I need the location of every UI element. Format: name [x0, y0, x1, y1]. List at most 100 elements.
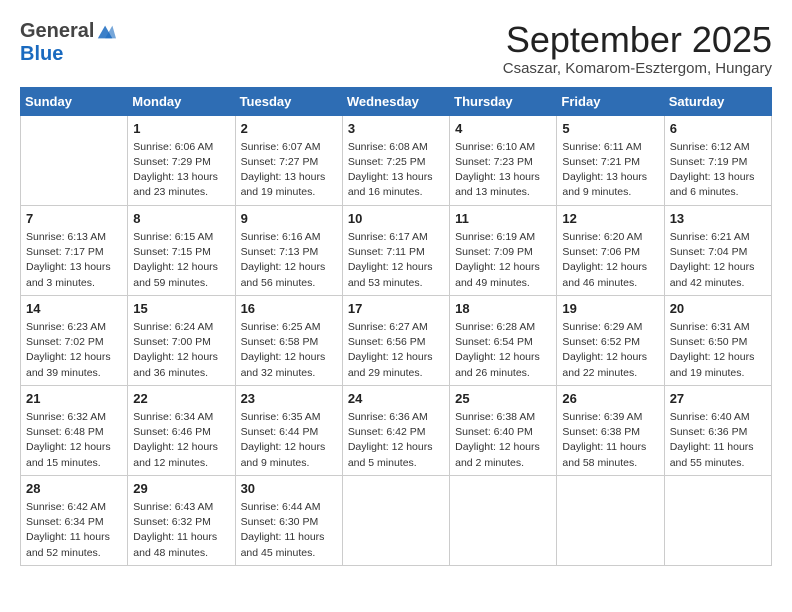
cell-info: Sunrise: 6:36 AMSunset: 6:42 PMDaylight:…: [348, 410, 444, 471]
cell-info: Sunrise: 6:42 AMSunset: 6:34 PMDaylight:…: [26, 500, 122, 561]
day-number: 20: [670, 300, 766, 318]
day-number: 3: [348, 120, 444, 138]
calendar-cell: [557, 475, 664, 565]
calendar-table: SundayMondayTuesdayWednesdayThursdayFrid…: [20, 87, 772, 566]
day-number: 11: [455, 210, 551, 228]
calendar-cell: 28Sunrise: 6:42 AMSunset: 6:34 PMDayligh…: [21, 475, 128, 565]
day-number: 17: [348, 300, 444, 318]
calendar-day-header: Tuesday: [235, 87, 342, 115]
cell-info: Sunrise: 6:19 AMSunset: 7:09 PMDaylight:…: [455, 230, 551, 291]
calendar-day-header: Thursday: [450, 87, 557, 115]
calendar-cell: 29 Sunrise: 6:43 AMSunset: 6:32 PMDayligh…: [128, 475, 235, 565]
day-number: 15: [133, 300, 229, 318]
calendar-cell: 19Sunrise: 6:29 AMSunset: 6:52 PMDayligh…: [557, 295, 664, 385]
cell-info: Sunrise: 6:31 AMSunset: 6:50 PMDaylight:…: [670, 320, 766, 381]
calendar-cell: 10 Sunrise: 6:17 AMSunset: 7:11 PMDayligh…: [342, 205, 449, 295]
calendar-cell: 12 Sunrise: 6:20 AMSunset: 7:06 PMDayligh…: [557, 205, 664, 295]
cell-info: Sunrise: 6:43 AMSunset: 6:32 PMDaylight:…: [133, 500, 229, 561]
logo-blue-text: Blue: [20, 43, 63, 65]
calendar-cell: 20 Sunrise: 6:31 AMSunset: 6:50 PMDayligh…: [664, 295, 771, 385]
calendar-cell: 18 Sunrise: 6:28 AMSunset: 6:54 PMDayligh…: [450, 295, 557, 385]
calendar-header-row: SundayMondayTuesdayWednesdayThursdayFrid…: [21, 87, 772, 115]
calendar-cell: 5 Sunrise: 6:11 AMSunset: 7:21 PMDaylight…: [557, 115, 664, 205]
day-number: 7: [26, 210, 122, 228]
calendar-cell: 6Sunrise: 6:12 AMSunset: 7:19 PMDaylight…: [664, 115, 771, 205]
calendar-cell: [21, 115, 128, 205]
calendar-week-row: 1Sunrise: 6:06 AMSunset: 7:29 PMDaylight…: [21, 115, 772, 205]
cell-info: Sunrise: 6:44 AMSunset: 6:30 PMDaylight:…: [241, 500, 337, 561]
calendar-cell: 1Sunrise: 6:06 AMSunset: 7:29 PMDaylight…: [128, 115, 235, 205]
calendar-week-row: 7 Sunrise: 6:13 AMSunset: 7:17 PMDaylight…: [21, 205, 772, 295]
day-number: 29: [133, 480, 229, 498]
calendar-week-row: 21 Sunrise: 6:32 AMSunset: 6:48 PMDayligh…: [21, 385, 772, 475]
day-number: 18: [455, 300, 551, 318]
day-number: 14: [26, 300, 122, 318]
day-number: 23: [241, 390, 337, 408]
cell-info: Sunrise: 6:35 AMSunset: 6:44 PMDaylight:…: [241, 410, 337, 471]
calendar-cell: 26 Sunrise: 6:39 AMSunset: 6:38 PMDayligh…: [557, 385, 664, 475]
cell-info: Sunrise: 6:32 AMSunset: 6:48 PMDaylight:…: [26, 410, 122, 471]
day-number: 22: [133, 390, 229, 408]
day-number: 4: [455, 120, 551, 138]
cell-info: Sunrise: 6:12 AMSunset: 7:19 PMDaylight:…: [670, 140, 766, 201]
day-number: 9: [241, 210, 337, 228]
location-title: Csaszar, Komarom-Esztergom, Hungary: [503, 60, 772, 77]
calendar-cell: 17 Sunrise: 6:27 AMSunset: 6:56 PMDayligh…: [342, 295, 449, 385]
cell-info: Sunrise: 6:25 AMSunset: 6:58 PMDaylight:…: [241, 320, 337, 381]
day-number: 5: [562, 120, 658, 138]
calendar-cell: 14 Sunrise: 6:23 AMSunset: 7:02 PMDayligh…: [21, 295, 128, 385]
calendar-week-row: 14 Sunrise: 6:23 AMSunset: 7:02 PMDayligh…: [21, 295, 772, 385]
calendar-cell: 22 Sunrise: 6:34 AMSunset: 6:46 PMDayligh…: [128, 385, 235, 475]
calendar-cell: 2 Sunrise: 6:07 AMSunset: 7:27 PMDaylight…: [235, 115, 342, 205]
calendar-day-header: Friday: [557, 87, 664, 115]
calendar-cell: 9 Sunrise: 6:16 AMSunset: 7:13 PMDaylight…: [235, 205, 342, 295]
calendar-cell: 25 Sunrise: 6:38 AMSunset: 6:40 PMDayligh…: [450, 385, 557, 475]
header: General Blue September 2025 Csaszar, Kom…: [20, 20, 772, 77]
logo: General Blue: [20, 20, 116, 66]
day-number: 30: [241, 480, 337, 498]
cell-info: Sunrise: 6:10 AMSunset: 7:23 PMDaylight:…: [455, 140, 551, 201]
calendar-cell: 3 Sunrise: 6:08 AMSunset: 7:25 PMDaylight…: [342, 115, 449, 205]
calendar-cell: 15 Sunrise: 6:24 AMSunset: 7:00 PMDayligh…: [128, 295, 235, 385]
calendar-cell: [450, 475, 557, 565]
day-number: 21: [26, 390, 122, 408]
cell-info: Sunrise: 6:24 AMSunset: 7:00 PMDaylight:…: [133, 320, 229, 381]
cell-info: Sunrise: 6:34 AMSunset: 6:46 PMDaylight:…: [133, 410, 229, 471]
cell-info: Sunrise: 6:08 AMSunset: 7:25 PMDaylight:…: [348, 140, 444, 201]
calendar-cell: 30 Sunrise: 6:44 AMSunset: 6:30 PMDayligh…: [235, 475, 342, 565]
cell-info: Sunrise: 6:38 AMSunset: 6:40 PMDaylight:…: [455, 410, 551, 471]
month-title: September 2025: [503, 20, 772, 60]
calendar-day-header: Sunday: [21, 87, 128, 115]
day-number: 25: [455, 390, 551, 408]
calendar-cell: 11 Sunrise: 6:19 AMSunset: 7:09 PMDayligh…: [450, 205, 557, 295]
cell-info: Sunrise: 6:21 AMSunset: 7:04 PMDaylight:…: [670, 230, 766, 291]
calendar-week-row: 28Sunrise: 6:42 AMSunset: 6:34 PMDayligh…: [21, 475, 772, 565]
calendar-cell: 13Sunrise: 6:21 AMSunset: 7:04 PMDayligh…: [664, 205, 771, 295]
day-number: 26: [562, 390, 658, 408]
calendar-cell: [664, 475, 771, 565]
cell-info: Sunrise: 6:28 AMSunset: 6:54 PMDaylight:…: [455, 320, 551, 381]
cell-info: Sunrise: 6:13 AMSunset: 7:17 PMDaylight:…: [26, 230, 122, 291]
day-number: 8: [133, 210, 229, 228]
day-number: 10: [348, 210, 444, 228]
cell-info: Sunrise: 6:16 AMSunset: 7:13 PMDaylight:…: [241, 230, 337, 291]
calendar-cell: [342, 475, 449, 565]
cell-info: Sunrise: 6:39 AMSunset: 6:38 PMDaylight:…: [562, 410, 658, 471]
day-number: 16: [241, 300, 337, 318]
cell-info: Sunrise: 6:07 AMSunset: 7:27 PMDaylight:…: [241, 140, 337, 201]
cell-info: Sunrise: 6:20 AMSunset: 7:06 PMDaylight:…: [562, 230, 658, 291]
cell-info: Sunrise: 6:27 AMSunset: 6:56 PMDaylight:…: [348, 320, 444, 381]
calendar-cell: 4 Sunrise: 6:10 AMSunset: 7:23 PMDaylight…: [450, 115, 557, 205]
cell-info: Sunrise: 6:23 AMSunset: 7:02 PMDaylight:…: [26, 320, 122, 381]
calendar-cell: 21 Sunrise: 6:32 AMSunset: 6:48 PMDayligh…: [21, 385, 128, 475]
calendar-cell: 24Sunrise: 6:36 AMSunset: 6:42 PMDayligh…: [342, 385, 449, 475]
day-number: 19: [562, 300, 658, 318]
cell-info: Sunrise: 6:06 AMSunset: 7:29 PMDaylight:…: [133, 140, 229, 201]
day-number: 2: [241, 120, 337, 138]
cell-info: Sunrise: 6:11 AMSunset: 7:21 PMDaylight:…: [562, 140, 658, 201]
calendar-day-header: Wednesday: [342, 87, 449, 115]
day-number: 12: [562, 210, 658, 228]
cell-info: Sunrise: 6:40 AMSunset: 6:36 PMDaylight:…: [670, 410, 766, 471]
cell-info: Sunrise: 6:17 AMSunset: 7:11 PMDaylight:…: [348, 230, 444, 291]
calendar-cell: 7 Sunrise: 6:13 AMSunset: 7:17 PMDaylight…: [21, 205, 128, 295]
